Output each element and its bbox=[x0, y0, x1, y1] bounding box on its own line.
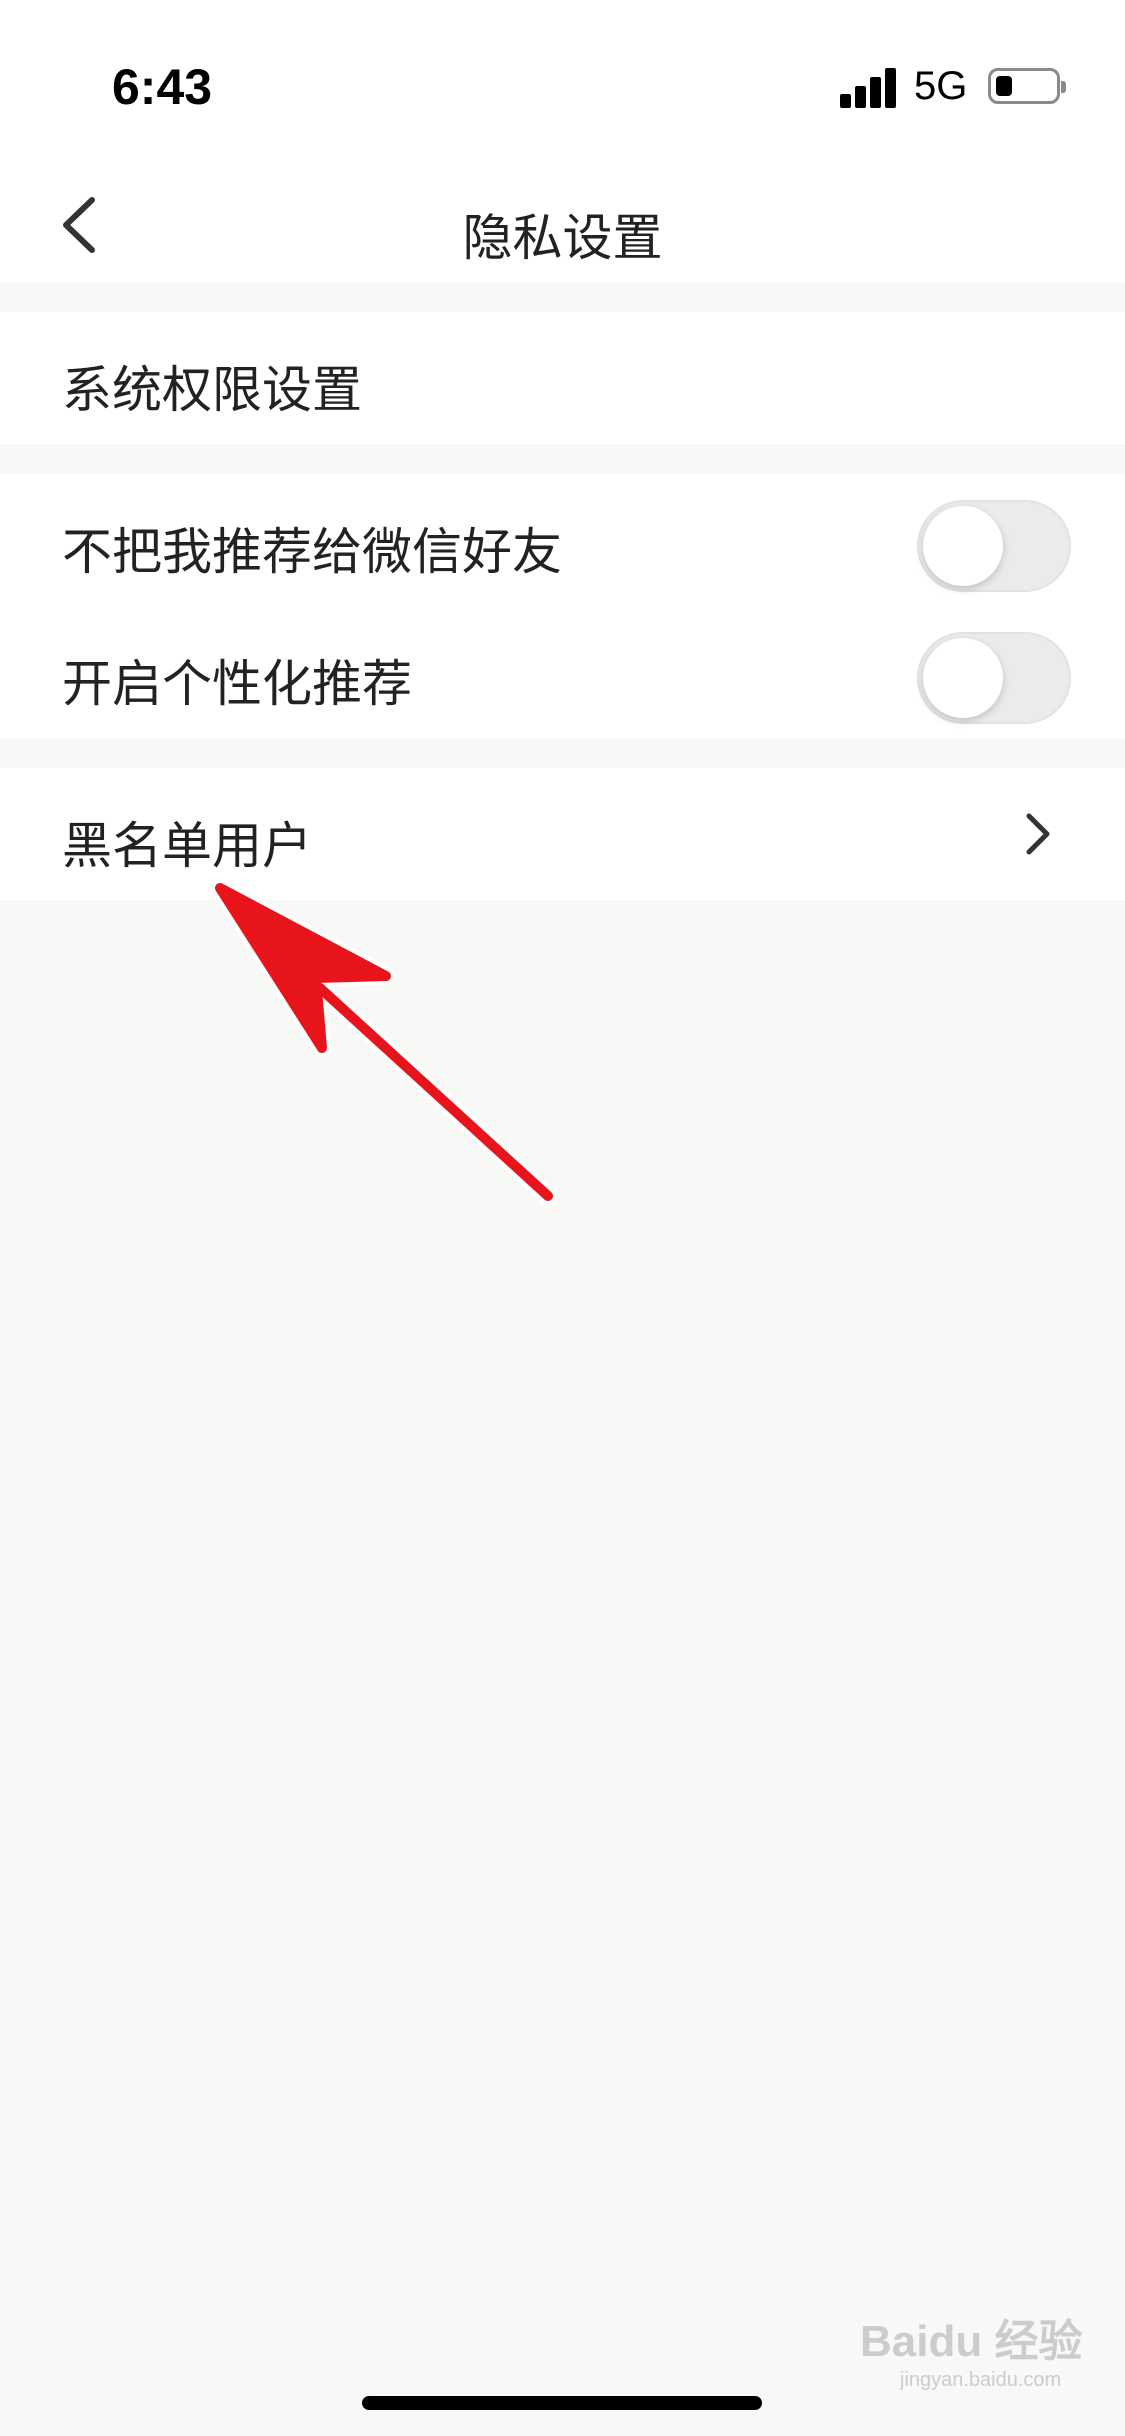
status-time: 6:43 bbox=[112, 59, 213, 115]
row-system-permissions[interactable]: 系统权限设置 bbox=[0, 312, 1125, 444]
row-label: 黑名单用户 bbox=[62, 817, 312, 875]
baidu-watermark: Baidu 经验 jingyan.baidu.com bbox=[860, 2305, 1082, 2392]
row-personalized-recommend: 开启个性化推荐 bbox=[0, 606, 1125, 738]
page-title: 隐私设置 bbox=[462, 209, 663, 267]
toggle-no-recommend-wechat[interactable] bbox=[917, 500, 1071, 592]
row-label: 系统权限设置 bbox=[62, 361, 362, 419]
group-recommendation: 不把我推荐给微信好友 开启个性化推荐 bbox=[0, 474, 1125, 738]
row-label: 开启个性化推荐 bbox=[62, 655, 412, 713]
signal-icon bbox=[840, 68, 900, 108]
navigation-bar: 隐私设置 bbox=[0, 170, 1125, 282]
chevron-right-icon bbox=[1023, 812, 1053, 856]
row-no-recommend-wechat: 不把我推荐给微信好友 bbox=[0, 474, 1125, 606]
red-arrow-annotation bbox=[200, 870, 600, 1230]
toggle-knob bbox=[923, 638, 1003, 718]
battery-icon bbox=[988, 68, 1066, 104]
watermark-subtext: jingyan.baidu.com bbox=[900, 2369, 1062, 2391]
toggle-knob bbox=[923, 506, 1003, 586]
row-label: 不把我推荐给微信好友 bbox=[62, 523, 562, 581]
home-indicator[interactable] bbox=[362, 2396, 762, 2410]
watermark-text: Baidu 经验 bbox=[860, 2317, 1083, 2366]
network-type: 5G bbox=[914, 64, 968, 108]
group-system: 系统权限设置 bbox=[0, 312, 1125, 444]
toggle-personalized-recommend[interactable] bbox=[917, 632, 1071, 724]
status-bar: 6:43 5G bbox=[0, 0, 1125, 170]
